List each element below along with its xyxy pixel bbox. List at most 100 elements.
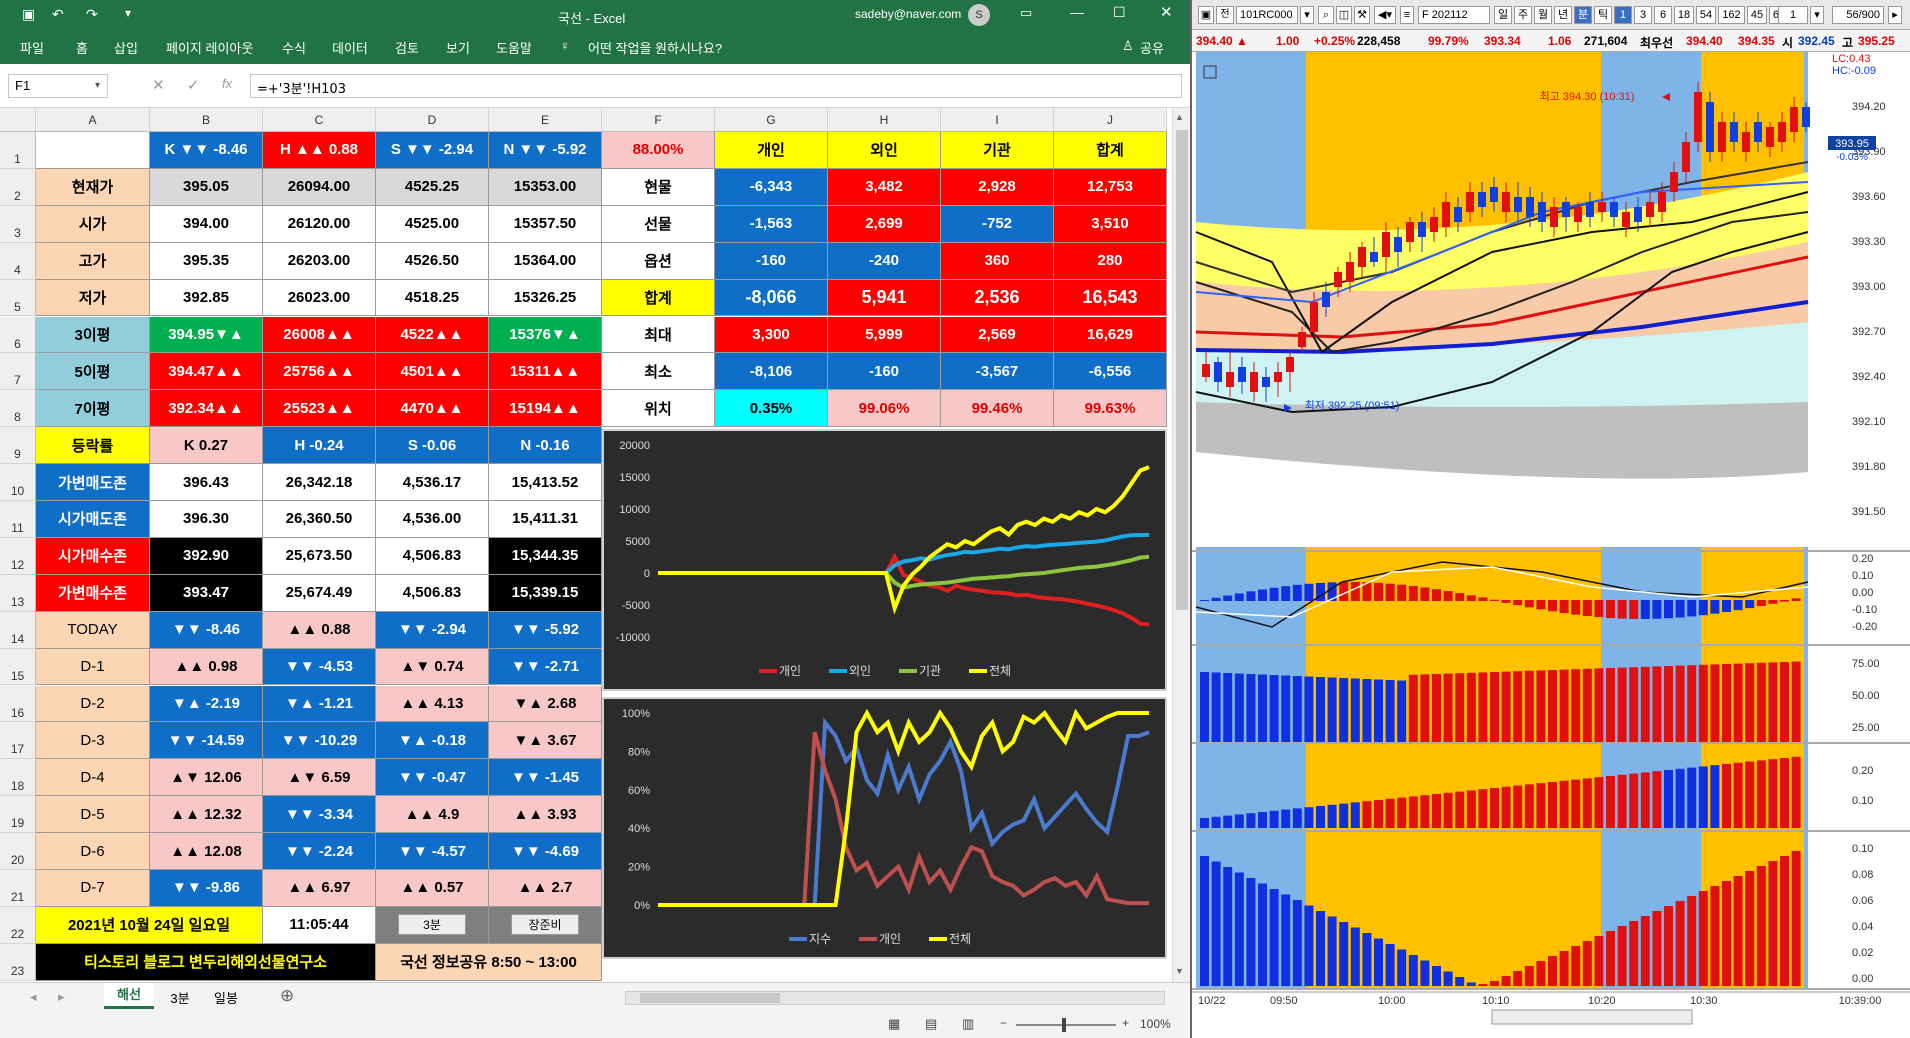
cell-e9[interactable]: N -0.16 — [489, 427, 602, 465]
column-header-h[interactable]: H — [828, 108, 941, 132]
cell-c1[interactable]: H ▲▲ 0.88 — [263, 132, 376, 169]
flow-chart-panel[interactable]: 20000 15000 10000 5000 0 -5000 -10000 개인 외인 기관 전체 — [602, 429, 1167, 692]
scroll-down-icon[interactable]: ▼ — [1175, 966, 1184, 976]
cell-b12[interactable]: 392.90 — [150, 537, 263, 575]
row-header-18[interactable]: 18 — [0, 759, 36, 797]
close-icon[interactable]: ✕ — [1160, 3, 1173, 21]
row-header-4[interactable]: 4 — [0, 242, 36, 280]
cell-d20[interactable]: ▼▼ -4.57 — [376, 833, 489, 870]
cell-a17[interactable]: D-3 — [36, 722, 150, 760]
cell-b18[interactable]: ▲▼ 12.06 — [150, 759, 263, 797]
cell-b16[interactable]: ▼▲ -2.19 — [150, 685, 263, 723]
cell-c19[interactable]: ▼▼ -3.34 — [263, 796, 376, 834]
row-header-23[interactable]: 23 — [0, 943, 36, 981]
code-dropdown-icon[interactable]: ▾ — [1300, 6, 1314, 24]
formula-input[interactable]: =+'3분'!H103 — [250, 74, 1182, 98]
cell-b9[interactable]: K 0.27 — [150, 427, 263, 465]
cell-i2[interactable]: 2,928 — [941, 168, 1054, 206]
cell-i7[interactable]: -3,567 — [941, 353, 1054, 391]
cell-j5[interactable]: 16,543 — [1054, 279, 1167, 317]
cell-d15[interactable]: ▲▼ 0.74 — [376, 648, 489, 686]
cell-a12[interactable]: 시가매수존 — [36, 537, 150, 575]
cell-a10[interactable]: 가변매도존 — [36, 464, 150, 501]
cell-b3[interactable]: 394.00 — [150, 205, 263, 243]
row-header-7[interactable]: 7 — [0, 353, 36, 391]
cell-j7[interactable]: -6,556 — [1054, 353, 1167, 391]
row-header-12[interactable]: 12 — [0, 537, 36, 575]
cell-c17[interactable]: ▼▼ -10.29 — [263, 722, 376, 760]
cell-f7[interactable]: 최소 — [602, 353, 715, 391]
cell-e4[interactable]: 15364.00 — [489, 242, 602, 280]
cell-g3[interactable]: -1,563 — [715, 205, 828, 243]
cell-e21[interactable]: ▲▲ 2.7 — [489, 870, 602, 907]
period-button-8[interactable]: 6 — [1654, 6, 1672, 24]
period-button-10[interactable]: 54 — [1696, 6, 1716, 24]
cell-d14[interactable]: ▼▼ -2.94 — [376, 611, 489, 649]
cell-a14[interactable]: TODAY — [36, 611, 150, 649]
tools-icon[interactable]: ⚒ — [1354, 6, 1370, 24]
cell-b17[interactable]: ▼▼ -14.59 — [150, 722, 263, 760]
zoom-slider-handle[interactable] — [1062, 1018, 1066, 1032]
cell-c9[interactable]: H -0.24 — [263, 427, 376, 465]
horizontal-scroll-thumb[interactable] — [640, 993, 780, 1003]
cell-i4[interactable]: 360 — [941, 242, 1054, 280]
menu-icon[interactable]: ≡ — [1400, 6, 1414, 24]
period-button-2[interactable]: 월 — [1534, 6, 1552, 24]
scroll-thumb[interactable] — [1176, 130, 1188, 610]
column-header-j[interactable]: J — [1054, 108, 1167, 132]
tab-home[interactable]: 홈 — [76, 38, 88, 57]
cell-f6[interactable]: 최대 — [602, 316, 715, 354]
cell-g5[interactable]: -8,066 — [715, 279, 828, 317]
cell-b5[interactable]: 392.85 — [150, 279, 263, 317]
cell-d5[interactable]: 4518.25 — [376, 279, 489, 317]
cell-e16[interactable]: ▼▲ 2.68 — [489, 685, 602, 723]
cell-j4[interactable]: 280 — [1054, 242, 1167, 280]
cell-f3[interactable]: 선물 — [602, 205, 715, 243]
cell-d23[interactable]: 국선 정보공유 8:50 ~ 13:00 — [376, 943, 602, 981]
cell-b14[interactable]: ▼▼ -8.46 — [150, 611, 263, 649]
cell-c12[interactable]: 25,673.50 — [263, 537, 376, 575]
cell-g1[interactable]: 개인 — [715, 132, 828, 169]
cell-c11[interactable]: 26,360.50 — [263, 501, 376, 538]
cell-d9[interactable]: S -0.06 — [376, 427, 489, 465]
cell-b7[interactable]: 394.47▲▲ — [150, 353, 263, 391]
row-header-21[interactable]: 21 — [0, 870, 36, 907]
cell-e20[interactable]: ▼▼ -4.69 — [489, 833, 602, 870]
cell-b11[interactable]: 396.30 — [150, 501, 263, 538]
column-header-c[interactable]: C — [263, 108, 376, 132]
cell-a5[interactable]: 저가 — [36, 279, 150, 317]
row-header-5[interactable]: 5 — [0, 279, 36, 317]
cell-a22[interactable]: 2021년 10월 24일 일요일 — [36, 906, 263, 944]
period-button-7[interactable]: 3 — [1634, 6, 1652, 24]
row-header-16[interactable]: 16 — [0, 685, 36, 723]
cell-e10[interactable]: 15,413.52 — [489, 464, 602, 501]
cell-h1[interactable]: 외인 — [828, 132, 941, 169]
row-header-2[interactable]: 2 — [0, 168, 36, 206]
cell-a3[interactable]: 시가 — [36, 205, 150, 243]
cell-b20[interactable]: ▲▲ 12.08 — [150, 833, 263, 870]
zoom-level[interactable]: 100% — [1140, 1017, 1171, 1031]
cell-f2[interactable]: 현물 — [602, 168, 715, 206]
cell-c4[interactable]: 26203.00 — [263, 242, 376, 280]
button-3min[interactable]: 3분 — [376, 906, 489, 944]
button-market-prep[interactable]: 장준비 — [489, 906, 602, 944]
cell-a9[interactable]: 등락률 — [36, 427, 150, 465]
cell-c7[interactable]: 25756▲▲ — [263, 353, 376, 391]
cell-d19[interactable]: ▲▲ 4.9 — [376, 796, 489, 834]
cell-a1[interactable] — [36, 132, 150, 169]
cell-a23[interactable]: 티스토리 블로그 변두리해외선물연구소 — [36, 943, 376, 981]
cell-d7[interactable]: 4501▲▲ — [376, 353, 489, 391]
cell-a7[interactable]: 5이평 — [36, 353, 150, 391]
cell-g4[interactable]: -160 — [715, 242, 828, 280]
period-button-4[interactable]: 분 — [1574, 6, 1592, 24]
cell-b2[interactable]: 395.05 — [150, 168, 263, 206]
cell-d8[interactable]: 4470▲▲ — [376, 390, 489, 428]
layout-icon[interactable]: ▣ — [1198, 6, 1214, 24]
cell-j2[interactable]: 12,753 — [1054, 168, 1167, 206]
cell-c20[interactable]: ▼▼ -2.24 — [263, 833, 376, 870]
row-header-13[interactable]: 13 — [0, 574, 36, 612]
row-header-8[interactable]: 8 — [0, 390, 36, 428]
row-header-19[interactable]: 19 — [0, 796, 36, 834]
cell-c21[interactable]: ▲▲ 6.97 — [263, 870, 376, 907]
cell-f8[interactable]: 위치 — [602, 390, 715, 428]
